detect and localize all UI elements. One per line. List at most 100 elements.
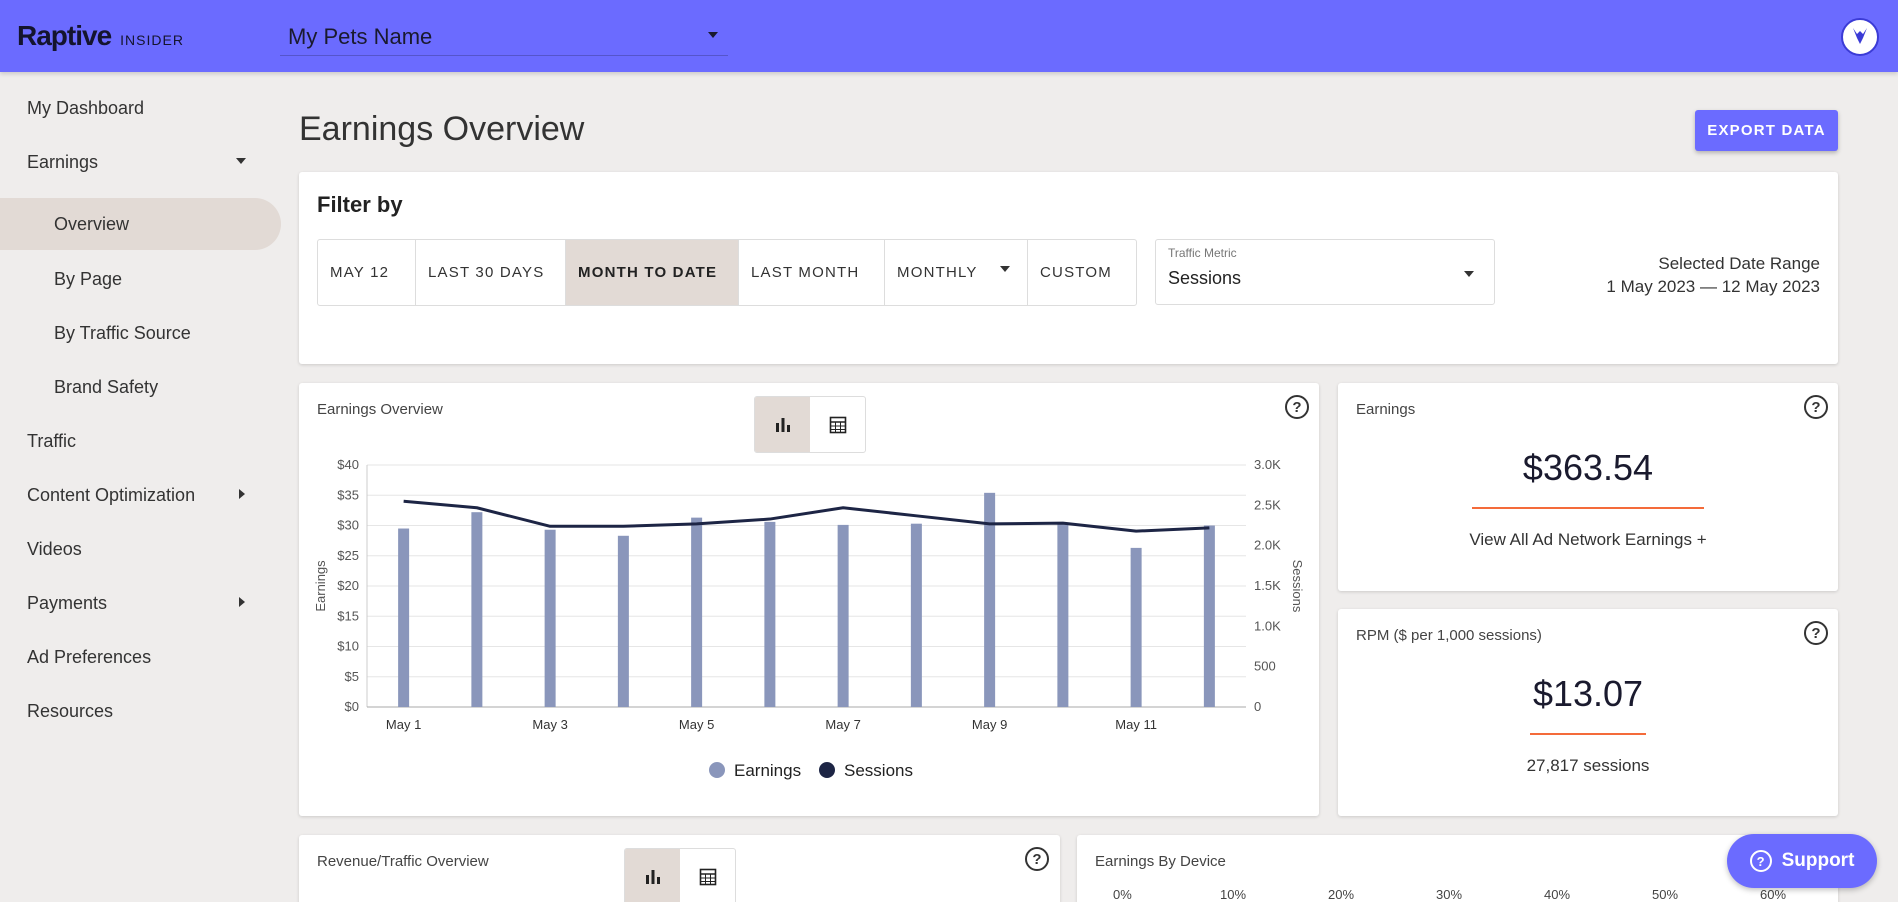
sidebar-item-ad-preferences[interactable]: Ad Preferences — [0, 631, 281, 683]
bar-chart-view-button[interactable] — [625, 849, 680, 902]
traffic-metric-select[interactable]: Traffic Metric Sessions — [1155, 239, 1495, 305]
traffic-metric-label: Traffic Metric — [1168, 246, 1237, 260]
y-tick-label: $30 — [337, 518, 359, 533]
chevron-down-icon — [236, 158, 246, 164]
chevron-down-icon — [708, 32, 718, 38]
sidebar-item-label: By Page — [54, 268, 123, 289]
filter-may-12[interactable]: MAY 12 — [318, 240, 416, 305]
sidebar-item-brand-safety[interactable]: Brand Safety — [0, 361, 281, 413]
y2-tick-label: 0 — [1254, 699, 1261, 714]
filter-last-month[interactable]: LAST MONTH — [739, 240, 885, 305]
user-avatar-icon — [1853, 28, 1867, 44]
sidebar-item-label: Earnings — [27, 151, 99, 172]
earnings-bar — [1203, 525, 1215, 707]
sidebar-item-videos[interactable]: Videos — [0, 523, 281, 575]
y2-tick-label: 1.5K — [1254, 578, 1281, 593]
site-select[interactable]: My Pets Name — [280, 16, 728, 56]
earnings-underline — [1472, 507, 1704, 509]
sidebar-item-traffic[interactable]: Traffic — [0, 415, 281, 467]
logo[interactable]: Raptive INSIDER — [17, 20, 184, 52]
site-select-value: My Pets Name — [288, 24, 433, 49]
earnings-bar — [910, 523, 922, 707]
sessions-count: 27,817 sessions — [1526, 756, 1650, 775]
y2-axis-title: Sessions — [1290, 560, 1305, 613]
logo-subtitle: INSIDER — [120, 32, 184, 48]
filter-custom[interactable]: CUSTOM — [1028, 240, 1136, 305]
sidebar-item-earnings[interactable]: Earnings — [0, 136, 281, 188]
filter-month-to-date[interactable]: MONTH TO DATE — [566, 240, 739, 305]
table-view-button[interactable] — [680, 849, 735, 902]
sidebar-item-content-optimization[interactable]: Content Optimization — [0, 469, 281, 521]
rpm-value: $13.07 — [1532, 673, 1644, 714]
sidebar-item-by-page[interactable]: By Page — [0, 253, 281, 305]
legend-earnings-label: Earnings — [734, 761, 801, 780]
device-axis-tick: 30% — [1436, 887, 1463, 902]
y2-tick-label: 3.0K — [1254, 457, 1281, 472]
date-range-value: 1 May 2023 — 12 May 2023 — [1606, 277, 1820, 296]
y-tick-label: $0 — [345, 699, 359, 714]
support-label: Support — [1781, 850, 1855, 871]
logo-brand: Raptive — [17, 20, 112, 51]
rpm-underline — [1530, 733, 1646, 735]
earnings-chart: $0 $5 $10 $15 $20 $25 $30 $35 $40 0 500 1.0K 1.5K 2.0… — [313, 457, 1305, 780]
y-tick-label: $15 — [337, 608, 359, 623]
sidebar-item-resources[interactable]: Resources — [0, 685, 281, 737]
sidebar-item-label: Payments — [27, 592, 108, 613]
y-tick-label: $35 — [337, 487, 359, 502]
earnings-bar — [544, 529, 556, 707]
device-axis-tick: 60% — [1760, 887, 1787, 902]
sidebar-item-label: Videos — [27, 538, 82, 559]
y2-tick-label: 2.0K — [1254, 538, 1281, 553]
earnings-bar — [398, 528, 410, 707]
sidebar-item-overview[interactable]: Overview — [0, 198, 281, 250]
earnings-by-device-card: Earnings By Device 0% 10% 20% 30% 40% 50… — [1077, 835, 1838, 902]
card-title: Earnings By Device — [1095, 853, 1226, 870]
card-title: Earnings — [1356, 401, 1416, 418]
filter-monthly[interactable]: MONTHLY — [885, 240, 1028, 305]
date-range-label: Selected Date Range — [1658, 254, 1820, 273]
earnings-total: $363.54 — [1522, 447, 1654, 488]
card-title: RPM ($ per 1,000 sessions) — [1356, 627, 1542, 644]
earnings-bar — [837, 524, 849, 707]
y-tick-label: $20 — [337, 578, 359, 593]
chevron-down-icon — [1464, 271, 1474, 277]
filter-card: Filter by MAY 12 LAST 30 DAYS MONTH TO D… — [299, 172, 1838, 364]
sidebar-item-label: Brand Safety — [54, 376, 159, 397]
sidebar-item-my-dashboard[interactable]: My Dashboard — [0, 82, 281, 134]
chevron-right-icon — [239, 597, 245, 607]
y-tick-label: $5 — [345, 669, 359, 684]
view-ad-network-earnings-link[interactable]: View All Ad Network Earnings + — [1338, 530, 1838, 550]
filter-label: LAST 30 DAYS — [428, 264, 545, 281]
traffic-metric-value: Sessions — [1168, 268, 1242, 288]
sidebar-item-label: My Dashboard — [27, 97, 145, 118]
earnings-bar — [617, 535, 629, 707]
legend-earnings-swatch — [709, 762, 725, 778]
help-icon[interactable]: ? — [1804, 395, 1828, 419]
sidebar-item-label: Resources — [27, 700, 114, 721]
y-axis-title: Earnings — [313, 560, 328, 612]
filter-last-30-days[interactable]: LAST 30 DAYS — [416, 240, 566, 305]
card-title: Revenue/Traffic Overview — [317, 853, 489, 870]
chart-view-toggle — [624, 848, 736, 902]
chevron-right-icon — [239, 489, 245, 499]
legend-sessions-label: Sessions — [844, 761, 913, 780]
sessions-line — [403, 499, 1210, 533]
help-icon[interactable]: ? — [1804, 621, 1828, 645]
x-tick-label: May 5 — [679, 717, 714, 732]
page-title: Earnings Overview — [299, 110, 585, 148]
device-axis-tick: 20% — [1328, 887, 1355, 902]
y2-tick-label: 500 — [1254, 659, 1276, 674]
legend-sessions-swatch — [819, 762, 835, 778]
filter-label: MAY 12 — [330, 264, 390, 281]
y-tick-label: $10 — [337, 639, 359, 654]
x-tick-label: May 3 — [532, 717, 567, 732]
filter-label: MONTHLY — [897, 264, 978, 281]
export-data-button[interactable]: EXPORT DATA — [1695, 110, 1838, 151]
sidebar-item-by-traffic-source[interactable]: By Traffic Source — [0, 307, 281, 359]
filter-label: MONTH TO DATE — [578, 264, 718, 281]
avatar[interactable] — [1841, 18, 1879, 56]
filter-label: CUSTOM — [1040, 264, 1112, 281]
sidebar-item-payments[interactable]: Payments — [0, 577, 281, 629]
help-icon[interactable]: ? — [1025, 847, 1049, 871]
support-button[interactable]: ? Support — [1727, 834, 1877, 888]
